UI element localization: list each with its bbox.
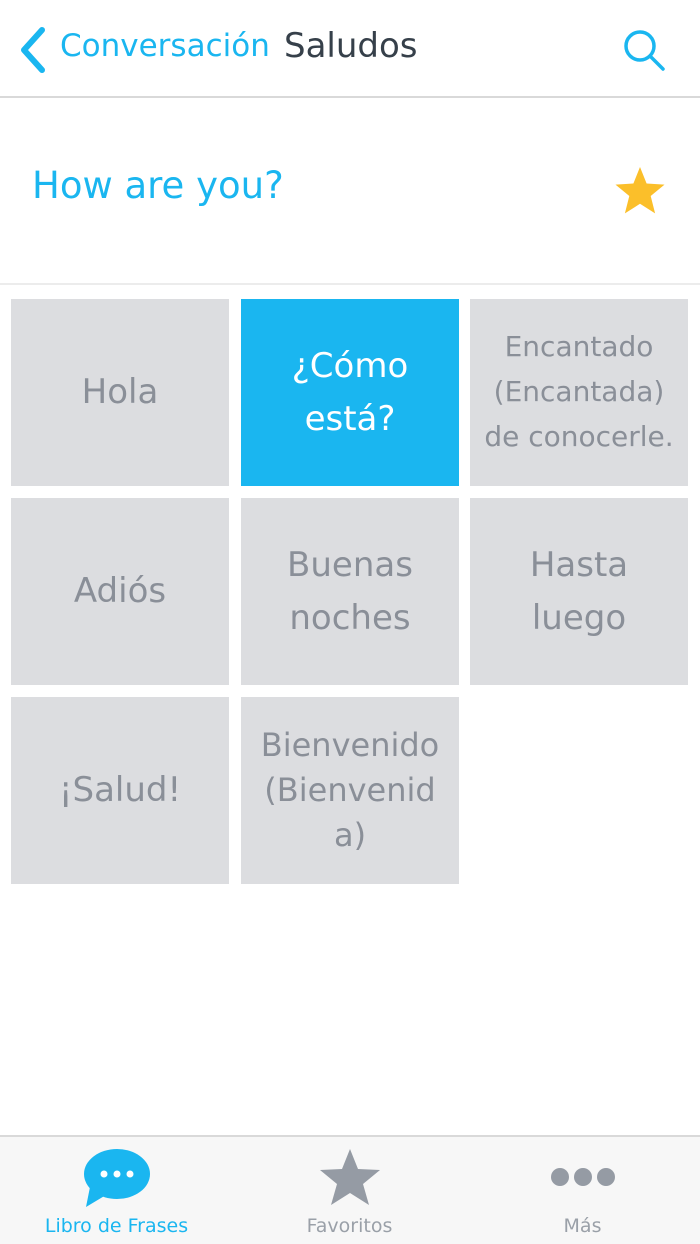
tile-label: ¿Cómo está? bbox=[291, 345, 409, 439]
phrase-tile-buenas-noches[interactable]: Buenas noches bbox=[241, 498, 459, 685]
back-chevron-icon[interactable] bbox=[16, 26, 50, 74]
phrase-tile-salud[interactable]: ¡Salud! bbox=[11, 697, 229, 884]
tile-label: Encantado (Encantada) de conocerle. bbox=[484, 330, 674, 453]
phrase-tile-hasta-luego[interactable]: Hasta luego bbox=[470, 498, 688, 685]
tab-libro-de-frases[interactable]: Libro de Frases bbox=[0, 1137, 233, 1244]
back-button[interactable]: Conversación bbox=[60, 28, 270, 64]
tile-label: Adiós bbox=[73, 571, 167, 612]
phrase-translation-panel: How are you? bbox=[0, 98, 700, 285]
chat-bubble-icon bbox=[83, 1149, 150, 1207]
tile-label: Hola bbox=[81, 372, 159, 413]
tab-label: Libro de Frases bbox=[44, 1215, 189, 1237]
phrase-tile-hola[interactable]: Hola bbox=[11, 299, 229, 486]
tab-bar: Libro de Frases Favoritos Más bbox=[0, 1135, 700, 1244]
star-icon bbox=[319, 1149, 380, 1205]
phrase-tile-bienvenido[interactable]: Bienvenido (Bienvenid a) bbox=[241, 697, 459, 884]
tile-label: Bienvenido (Bienvenid a) bbox=[260, 726, 440, 854]
search-icon[interactable] bbox=[620, 26, 668, 74]
phrase-translation: How are you? bbox=[32, 164, 284, 207]
tab-label: Más bbox=[563, 1215, 602, 1237]
tab-mas[interactable]: Más bbox=[466, 1137, 699, 1244]
phrase-tile-como-esta[interactable]: ¿Cómo está? bbox=[241, 299, 459, 486]
favorite-star-icon[interactable] bbox=[612, 164, 668, 220]
tab-favoritos[interactable]: Favoritos bbox=[233, 1137, 466, 1244]
phrase-tile-adios[interactable]: Adiós bbox=[11, 498, 229, 685]
page-title: Saludos bbox=[284, 26, 418, 66]
phrase-tile-encantado[interactable]: Encantado (Encantada) de conocerle. bbox=[470, 299, 688, 486]
more-dots-icon bbox=[550, 1168, 615, 1186]
tile-label: Buenas noches bbox=[287, 544, 413, 638]
navigation-bar: Conversación Saludos bbox=[0, 0, 700, 98]
tile-label: ¡Salud! bbox=[58, 770, 182, 811]
tab-label: Favoritos bbox=[306, 1215, 393, 1237]
tile-label: Hasta luego bbox=[529, 544, 629, 638]
